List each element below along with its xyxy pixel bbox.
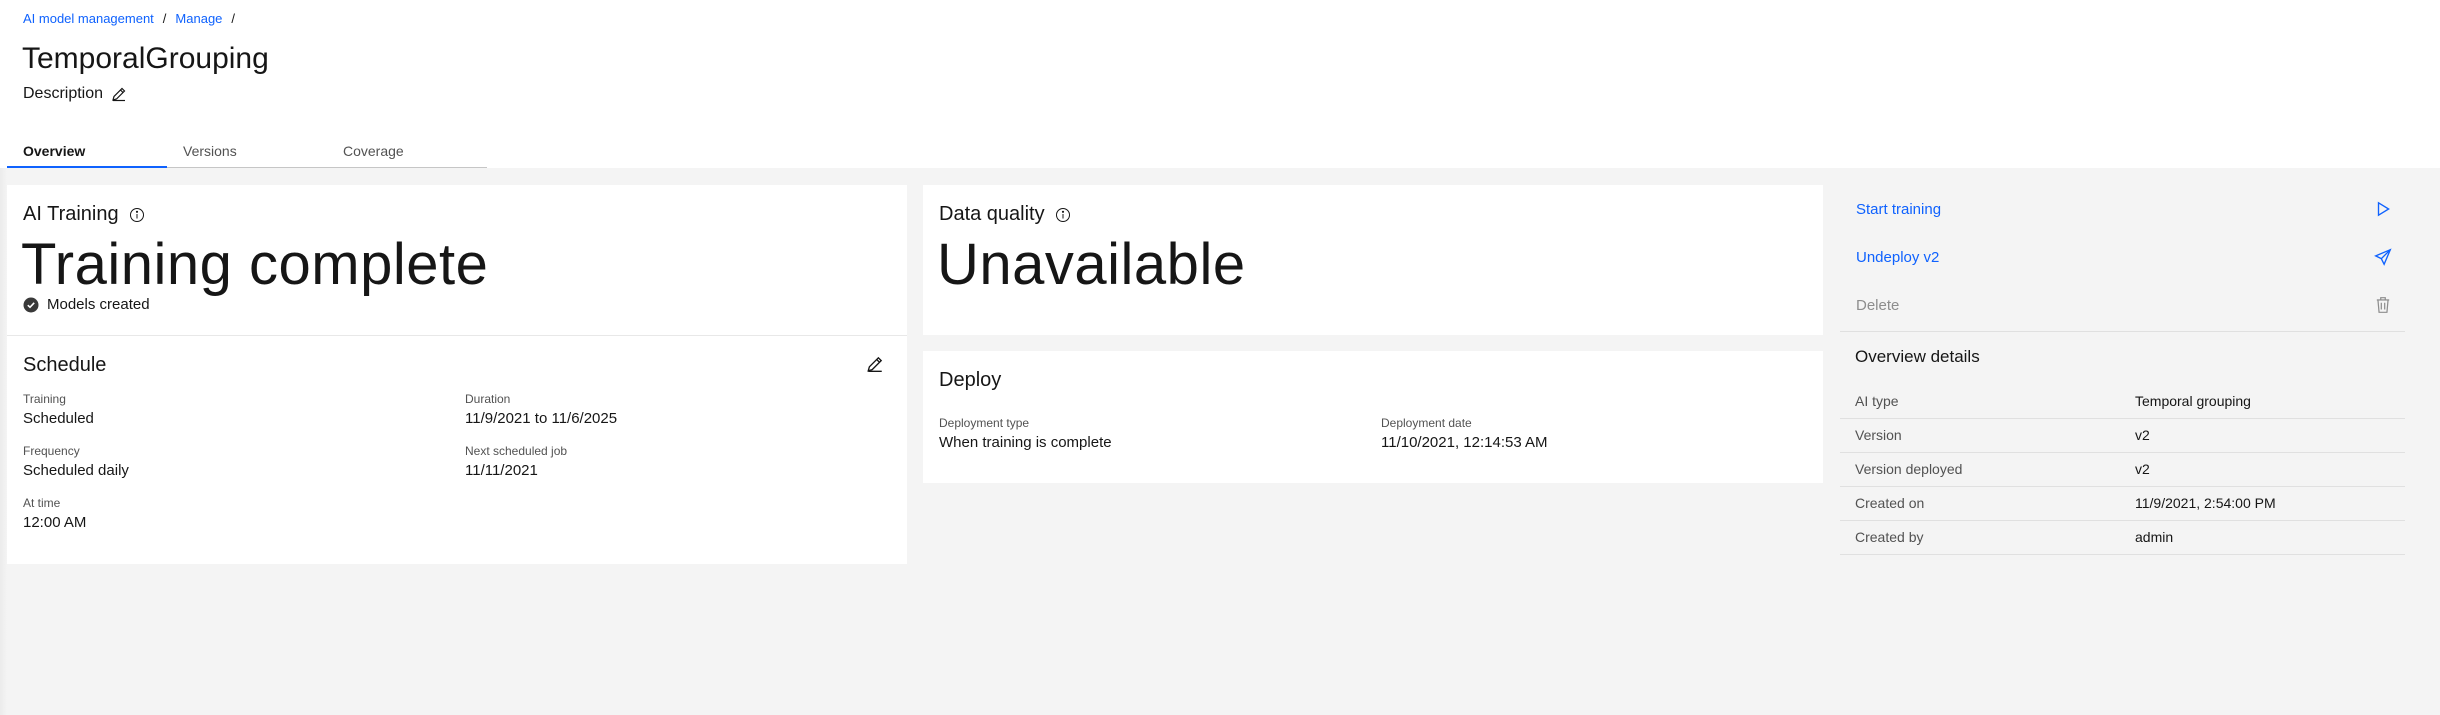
detail-key: Version bbox=[1855, 427, 1902, 443]
description-row: Description bbox=[23, 85, 127, 103]
training-status: Training complete bbox=[21, 232, 489, 297]
data-quality-title-row: Data quality bbox=[939, 203, 1071, 226]
frequency-value: Scheduled daily bbox=[23, 462, 129, 479]
schedule-card: Schedule Training Scheduled Duration 11/… bbox=[7, 336, 907, 564]
send-icon bbox=[2374, 248, 2392, 266]
detail-key: Created on bbox=[1855, 495, 1925, 511]
at-time-value: 12:00 AM bbox=[23, 514, 87, 531]
next-scheduled-job-value: 11/11/2021 bbox=[465, 462, 538, 479]
schedule-title-text: Schedule bbox=[23, 354, 107, 376]
left-shadow bbox=[0, 168, 7, 715]
actions-divider bbox=[1840, 331, 2405, 332]
breadcrumb-manage[interactable]: Manage bbox=[175, 11, 222, 26]
detail-row-version-deployed: Version deployed v2 bbox=[1840, 453, 2405, 487]
models-created-label: Models created bbox=[47, 296, 150, 313]
deploy-title-text: Deploy bbox=[939, 369, 1002, 391]
page-title: TemporalGrouping bbox=[22, 42, 269, 75]
frequency-label: Frequency bbox=[23, 444, 80, 458]
detail-value: admin bbox=[2135, 529, 2174, 545]
ai-training-title-row: AI Training bbox=[23, 203, 145, 226]
at-time-label: At time bbox=[23, 496, 61, 510]
detail-row-ai-type: AI type Temporal grouping bbox=[1840, 385, 2405, 419]
edit-schedule-icon[interactable] bbox=[866, 355, 884, 373]
start-training-button[interactable]: Start training bbox=[1840, 185, 2405, 233]
info-icon[interactable] bbox=[129, 207, 145, 223]
checkmark-filled-icon bbox=[23, 297, 39, 312]
breadcrumb-separator: / bbox=[162, 11, 167, 26]
undeploy-button[interactable]: Undeploy v2 bbox=[1840, 233, 2405, 281]
data-quality-title: Data quality bbox=[939, 203, 1045, 225]
actions-panel: Start training Undeploy v2 Delete bbox=[1840, 185, 2405, 329]
tab-list: Overview Versions Coverage bbox=[7, 138, 487, 168]
deployment-date-label: Deployment date bbox=[1381, 416, 1472, 430]
data-quality-status: Unavailable bbox=[937, 232, 1246, 297]
detail-value: v2 bbox=[2135, 427, 2150, 443]
delete-button[interactable]: Delete bbox=[1840, 281, 2405, 329]
deploy-title: Deploy bbox=[939, 369, 1001, 392]
deployment-type-label: Deployment type bbox=[939, 416, 1030, 430]
breadcrumb-separator: / bbox=[231, 11, 236, 26]
schedule-title: Schedule bbox=[23, 354, 106, 377]
detail-value: Temporal grouping bbox=[2135, 393, 2251, 409]
info-icon[interactable] bbox=[1055, 207, 1071, 223]
breadcrumb-ai-model-management[interactable]: AI model management bbox=[23, 11, 154, 26]
overview-details-table: AI type Temporal grouping Version v2 Ver… bbox=[1840, 385, 2405, 555]
data-quality-card: Data quality Unavailable bbox=[923, 185, 1823, 335]
deployment-date-value: 11/10/2021, 12:14:53 AM bbox=[1381, 434, 1548, 451]
undeploy-label: Undeploy v2 bbox=[1856, 249, 1940, 266]
start-training-label: Start training bbox=[1856, 201, 1942, 218]
detail-key: Created by bbox=[1855, 529, 1924, 545]
description-label: Description bbox=[23, 85, 104, 102]
ai-training-title: AI Training bbox=[23, 203, 119, 225]
tab-versions[interactable]: Versions bbox=[167, 138, 327, 168]
detail-row-created-by: Created by admin bbox=[1840, 521, 2405, 555]
training-value: Scheduled bbox=[23, 410, 94, 427]
overview-details-title: Overview details bbox=[1855, 347, 1980, 366]
detail-row-version: Version v2 bbox=[1840, 419, 2405, 453]
duration-value: 11/9/2021 to 11/6/2025 bbox=[465, 410, 618, 427]
page-header: AI model management / Manage / TemporalG… bbox=[0, 0, 2440, 168]
detail-key: AI type bbox=[1855, 393, 1899, 409]
deploy-card: Deploy Deployment type When training is … bbox=[923, 351, 1823, 483]
models-created-row: Models created bbox=[23, 296, 150, 313]
tab-coverage[interactable]: Coverage bbox=[327, 138, 487, 168]
detail-key: Version deployed bbox=[1855, 461, 1963, 477]
ai-training-card: AI Training Training complete Models cre… bbox=[7, 185, 907, 335]
detail-value: v2 bbox=[2135, 461, 2150, 477]
deployment-type-value: When training is complete bbox=[939, 434, 1112, 451]
next-scheduled-job-label: Next scheduled job bbox=[465, 444, 568, 458]
delete-label: Delete bbox=[1856, 297, 1900, 314]
trash-icon bbox=[2376, 297, 2390, 313]
play-icon bbox=[2377, 201, 2390, 217]
training-label: Training bbox=[23, 392, 66, 406]
detail-value: 11/9/2021, 2:54:00 PM bbox=[2135, 495, 2276, 511]
breadcrumb: AI model management / Manage / bbox=[23, 11, 244, 26]
edit-description-icon[interactable] bbox=[111, 86, 127, 102]
tab-overview[interactable]: Overview bbox=[7, 138, 167, 168]
duration-label: Duration bbox=[465, 392, 511, 406]
detail-row-created-on: Created on 11/9/2021, 2:54:00 PM bbox=[1840, 487, 2405, 521]
